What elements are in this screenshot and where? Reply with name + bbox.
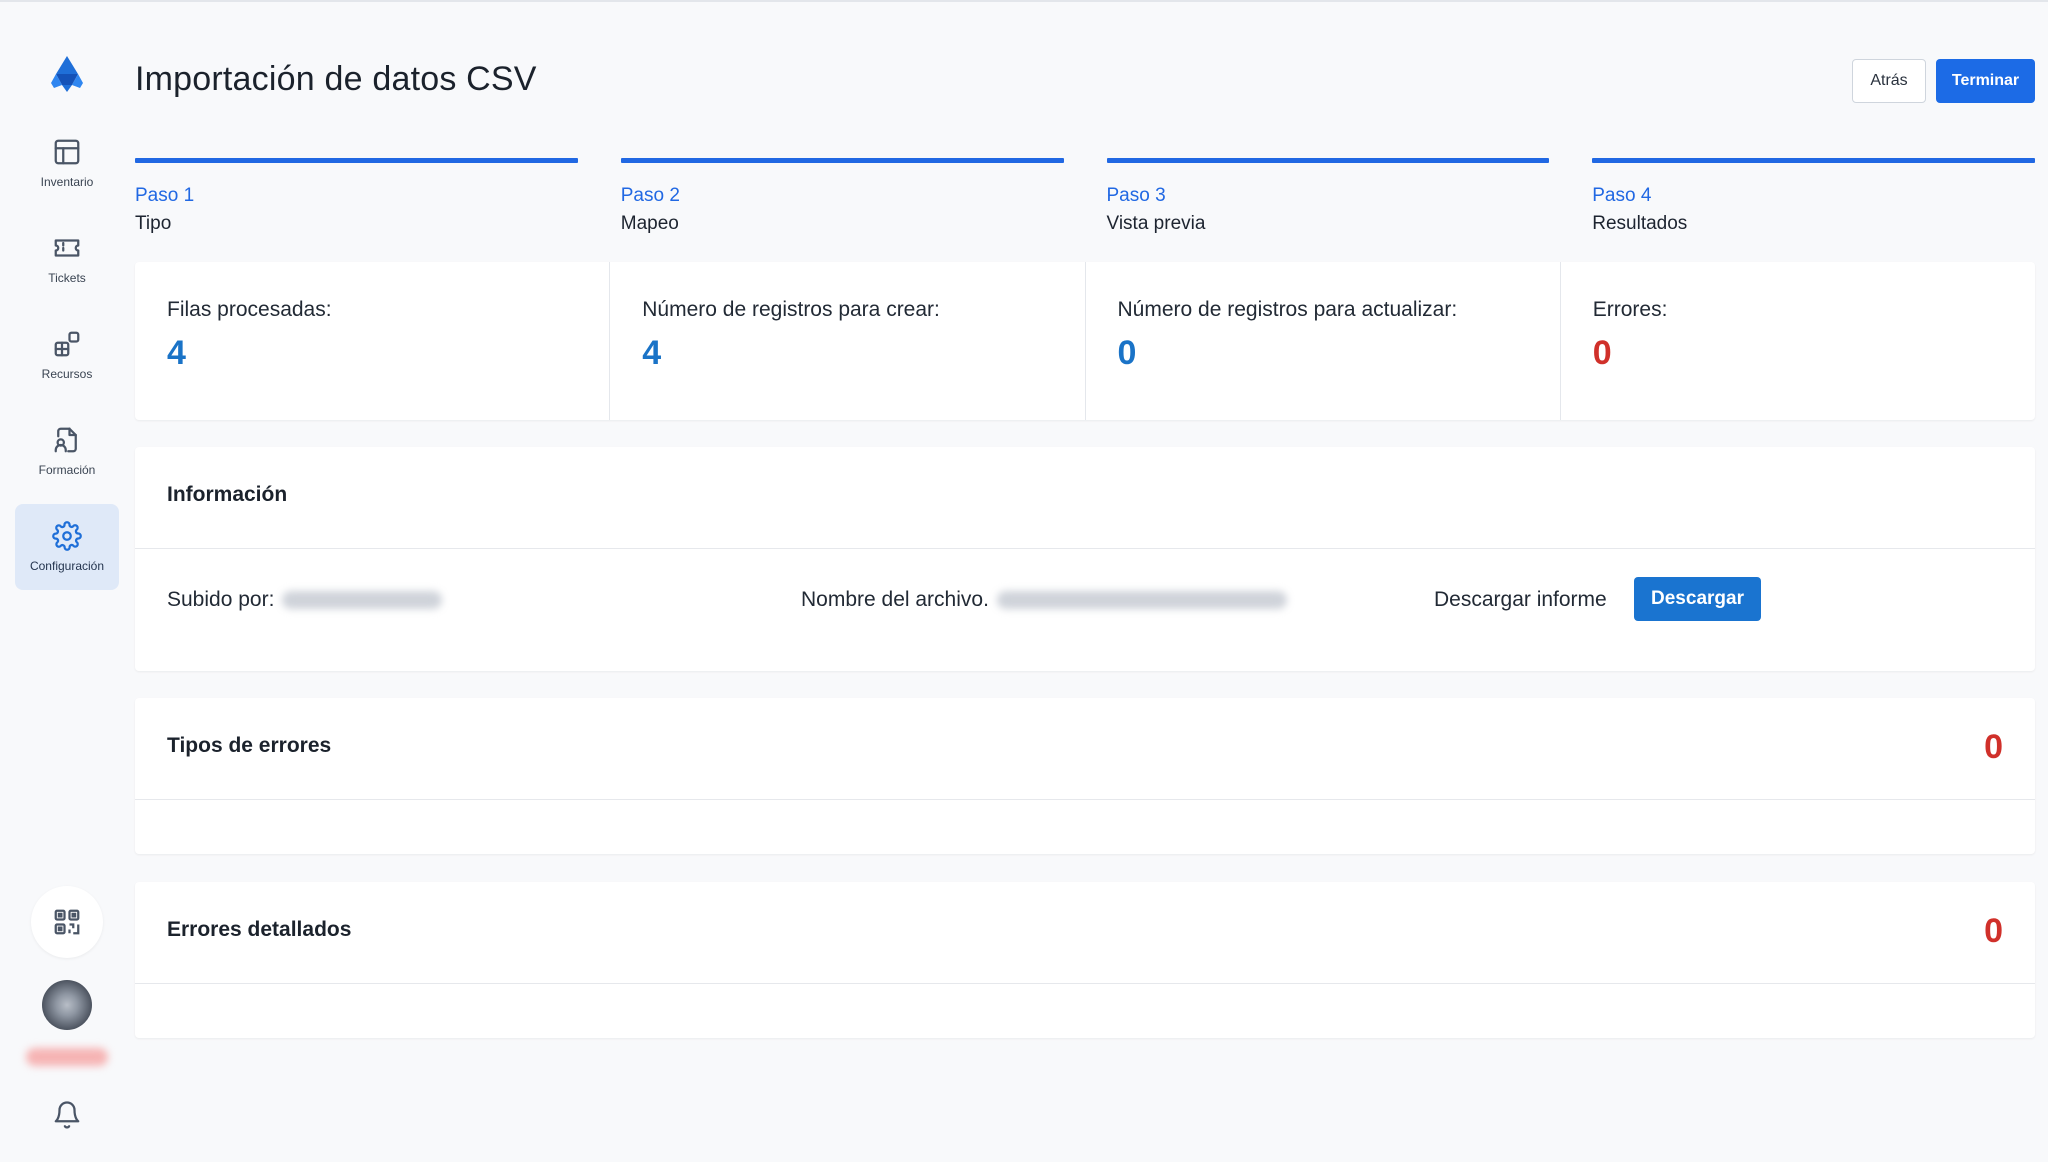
- error-count: 0: [1984, 912, 2003, 950]
- step-2[interactable]: Paso 2 Mapeo: [620, 158, 1064, 235]
- download-button[interactable]: Descargar: [1634, 577, 1761, 621]
- qr-scan-button[interactable]: [31, 886, 103, 958]
- sidebar-item-label: Configuración: [29, 559, 105, 573]
- stat-label: Errores:: [1592, 298, 1668, 321]
- file-name: Nombre del archivo.: [801, 588, 1287, 612]
- step-number: Paso 4: [1592, 185, 1652, 206]
- step-number: Paso 1: [135, 185, 195, 206]
- file-name-label: Nombre del archivo.: [801, 588, 989, 611]
- sidebar-item-configuracion[interactable]: Configuración: [15, 504, 119, 590]
- stat-value: 4: [167, 334, 186, 372]
- card-title: Información: [167, 483, 288, 506]
- card-body: [135, 984, 2035, 1038]
- detailed-errors-card: Errores detallados 0: [135, 882, 2035, 1038]
- notifications-button[interactable]: [52, 1100, 82, 1130]
- step-progress-bar: [620, 158, 1064, 163]
- uploaded-by-value-redacted: [282, 591, 443, 609]
- error-count: 0: [1984, 728, 2003, 766]
- card-title: Tipos de errores: [167, 734, 332, 757]
- app-logo-icon[interactable]: [47, 54, 87, 94]
- sidebar-item-tickets[interactable]: Tickets: [15, 216, 119, 302]
- stat-rows-processed: Filas procesadas: 4: [135, 262, 609, 420]
- page-title: Importación de datos CSV: [135, 60, 537, 98]
- sidebar-item-label: Recursos: [41, 367, 93, 381]
- error-types-card: Tipos de errores 0: [135, 698, 2035, 854]
- finish-button[interactable]: Terminar: [1936, 59, 2035, 103]
- sidebar-item-label: Tickets: [48, 271, 86, 285]
- sidebar-item-label: Formación: [38, 463, 96, 477]
- card-header: Errores detallados 0: [135, 882, 2035, 984]
- training-icon: [54, 427, 77, 453]
- sidebar-item-label: Inventario: [40, 175, 94, 189]
- card-header: Tipos de errores 0: [135, 698, 2035, 800]
- sidebar-item-recursos[interactable]: Recursos: [15, 312, 119, 398]
- step-1[interactable]: Paso 1 Tipo: [135, 158, 578, 235]
- step-number: Paso 2: [620, 185, 680, 206]
- step-name: Vista previa: [1106, 213, 1206, 234]
- uploaded-by: Subido por:: [167, 588, 443, 612]
- stat-value: 4: [642, 334, 662, 372]
- step-number: Paso 3: [1106, 185, 1166, 206]
- main-content: Importación de datos CSV Atrás Terminar …: [135, 2, 2035, 1162]
- user-name-redacted: [26, 1048, 108, 1066]
- stat-records-to-update: Número de registros para actualizar: 0: [1084, 262, 1560, 420]
- file-name-value-redacted: [996, 591, 1287, 609]
- card-title: Errores detallados: [167, 918, 352, 941]
- ticket-icon: [54, 239, 80, 257]
- grid-icon: [54, 139, 80, 165]
- resources-icon: [54, 331, 80, 357]
- uploaded-by-label: Subido por:: [167, 588, 275, 611]
- bell-icon: [54, 1101, 80, 1129]
- sidebar-item-inventario[interactable]: Inventario: [15, 120, 119, 206]
- download-report: Descargar informe: [1434, 588, 1607, 612]
- step-name: Resultados: [1592, 213, 1688, 234]
- download-report-label: Descargar informe: [1434, 588, 1607, 611]
- import-stats: Filas procesadas: 4 Número de registros …: [135, 262, 2035, 420]
- back-button[interactable]: Atrás: [1852, 59, 1926, 103]
- step-3[interactable]: Paso 3 Vista previa: [1106, 158, 1550, 235]
- stat-label: Filas procesadas:: [167, 298, 332, 321]
- step-progress-bar: [1106, 158, 1550, 163]
- user-avatar[interactable]: [42, 980, 92, 1030]
- info-card: Información Subido por: Nombre del archi…: [135, 447, 2035, 671]
- step-4[interactable]: Paso 4 Resultados: [1592, 158, 2035, 235]
- sidebar-nav: Inventario Tickets Recursos Formación Co…: [15, 120, 119, 590]
- stepper: Paso 1 Tipo Paso 2 Mapeo Paso 3 Vista pr…: [135, 158, 2035, 235]
- stat-records-to-create: Número de registros para crear: 4: [609, 262, 1084, 420]
- card-header: Información: [135, 447, 2035, 549]
- stat-errors: Errores: 0: [1559, 262, 2035, 420]
- info-body: Subido por: Nombre del archivo. Descarga…: [135, 549, 2035, 671]
- gear-icon: [52, 521, 82, 551]
- step-name: Mapeo: [620, 213, 679, 234]
- step-progress-bar: [1592, 158, 2035, 163]
- stat-value: 0: [1592, 334, 1612, 372]
- step-progress-bar: [135, 158, 578, 163]
- stat-value: 0: [1117, 334, 1137, 372]
- stat-label: Número de registros para actualizar:: [1117, 298, 1458, 321]
- sidebar-item-formacion[interactable]: Formación: [15, 408, 119, 494]
- qr-code-icon: [54, 909, 80, 935]
- sidebar: Inventario Tickets Recursos Formación Co…: [0, 2, 134, 1162]
- card-body: [135, 800, 2035, 854]
- sidebar-bottom: [0, 886, 134, 1162]
- stat-label: Número de registros para crear:: [642, 298, 940, 321]
- step-name: Tipo: [135, 213, 172, 234]
